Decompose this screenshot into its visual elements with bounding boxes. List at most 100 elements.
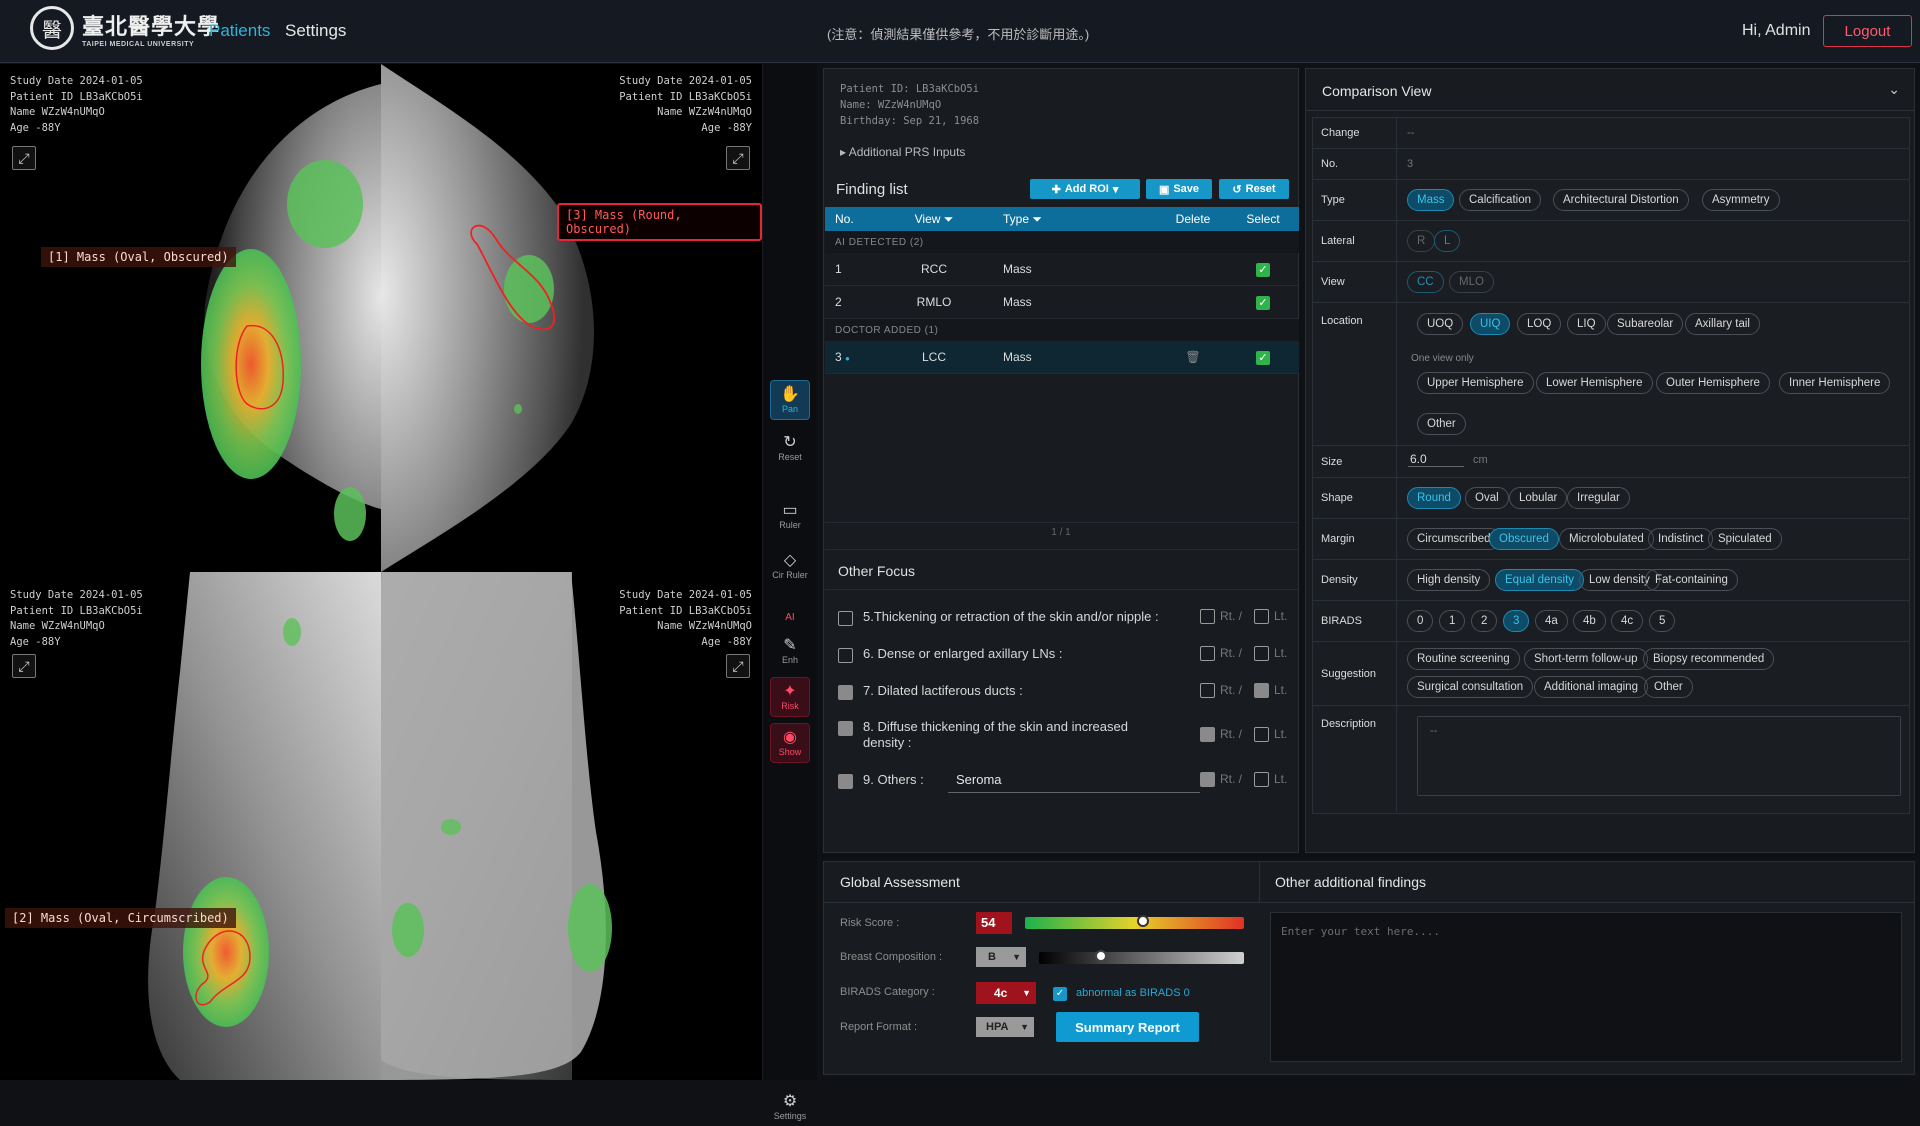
enhance-tool[interactable]: ✎ Enh [770, 632, 810, 670]
rt-checkbox[interactable] [1200, 646, 1215, 662]
margin-chip-circumscribed[interactable]: Circumscribed [1407, 528, 1501, 550]
abnormal-birads0-checkbox[interactable]: ✓ [1053, 987, 1067, 1001]
birads-chip-5[interactable]: 5 [1649, 610, 1676, 632]
view-chip-cc[interactable]: CC [1407, 271, 1444, 293]
density-chip-fat-containing[interactable]: Fat-containing [1645, 569, 1738, 591]
col-type[interactable]: Type ⏷ [979, 212, 1159, 227]
density-chip-high[interactable]: High density [1407, 569, 1491, 591]
type-chip-asymmetry[interactable]: Asymmetry [1702, 189, 1780, 211]
location-chip-subareolar[interactable]: Subareolar [1607, 313, 1684, 335]
shape-chip-irregular[interactable]: Irregular [1567, 487, 1630, 509]
focus-checkbox[interactable] [838, 685, 853, 700]
birads-chip-1[interactable]: 1 [1439, 610, 1466, 632]
expand-icon[interactable]: ⤢ [12, 654, 36, 678]
birads-chip-4a[interactable]: 4a [1535, 610, 1568, 632]
focus-checkbox[interactable] [838, 648, 853, 663]
finding-label-2[interactable]: [2] Mass (Oval, Circumscribed) [5, 908, 236, 928]
location-chip-upper-hemisphere[interactable]: Upper Hemisphere [1417, 372, 1534, 394]
rt-option[interactable]: Rt. / [1200, 727, 1242, 743]
suggestion-chip-short-term-follow-up[interactable]: Short-term follow-up [1524, 648, 1648, 670]
suggestion-chip-surgical-consultation[interactable]: Surgical consultation [1407, 676, 1534, 698]
select-checkbox[interactable]: ✓ [1256, 262, 1270, 277]
rt-checkbox[interactable] [1200, 609, 1215, 625]
shape-chip-lobular[interactable]: Lobular [1509, 487, 1568, 509]
margin-chip-microlobulated[interactable]: Microlobulated [1559, 528, 1654, 550]
margin-chip-obscured[interactable]: Obscured [1489, 528, 1559, 550]
location-chip-other[interactable]: Other [1417, 413, 1466, 435]
view-chip-mlo[interactable]: MLO [1449, 271, 1494, 293]
size-input[interactable]: 6.0 [1408, 452, 1464, 467]
location-chip-loq[interactable]: LOQ [1517, 313, 1562, 335]
table-row[interactable]: 2 RMLO Mass ✓ [825, 286, 1299, 319]
finding-label-3[interactable]: [3] Mass (Round, Obscured) [557, 203, 762, 241]
col-view[interactable]: View ⏷ [889, 212, 979, 227]
summary-report-button[interactable]: Summary Report [1056, 1012, 1199, 1042]
lt-option[interactable]: Lt. [1254, 646, 1287, 662]
lt-checkbox[interactable] [1254, 683, 1269, 699]
risk-tool[interactable]: ✦ Risk [770, 677, 810, 717]
add-roi-button[interactable]: ✚ Add ROI ▾ [1030, 179, 1140, 199]
circle-ruler-tool[interactable]: ◇ Cir Ruler [770, 547, 810, 585]
lateral-chip-l[interactable]: L [1434, 230, 1461, 252]
viewport-lcc[interactable]: Study Date 2024-01-05 Patient ID LB3aKCb… [381, 64, 762, 572]
reset-button[interactable]: ↺ Reset [1219, 179, 1289, 199]
location-chip-uoq[interactable]: UOQ [1417, 313, 1464, 335]
margin-chip-indistinct[interactable]: Indistinct [1648, 528, 1714, 550]
birads-chip-3[interactable]: 3 [1503, 610, 1530, 632]
save-button[interactable]: ▣ Save [1146, 179, 1212, 199]
show-tool[interactable]: ◉ Show [770, 723, 810, 763]
suggestion-chip-additional-imaging[interactable]: Additional imaging [1534, 676, 1648, 698]
shape-chip-oval[interactable]: Oval [1465, 487, 1509, 509]
filter-icon[interactable]: ⏷ [944, 212, 954, 226]
lt-option[interactable]: Lt. [1254, 609, 1287, 625]
type-chip-architectural-distortion[interactable]: Architectural Distortion [1553, 189, 1689, 211]
trash-icon[interactable]: 🗑 [1159, 350, 1227, 364]
birads-chip-4c[interactable]: 4c [1611, 610, 1644, 632]
density-chip-equal[interactable]: Equal density [1495, 569, 1585, 591]
lt-checkbox[interactable] [1254, 609, 1269, 625]
lt-option[interactable]: Lt. [1254, 683, 1287, 699]
birads-chip-4b[interactable]: 4b [1573, 610, 1606, 632]
viewport-rcc[interactable]: Study Date 2024-01-05 Patient ID LB3aKCb… [0, 64, 381, 572]
birads-chip-2[interactable]: 2 [1471, 610, 1498, 632]
filter-icon[interactable]: ⏷ [1032, 212, 1042, 226]
rt-checkbox[interactable] [1200, 772, 1215, 788]
margin-chip-spiculated[interactable]: Spiculated [1708, 528, 1782, 550]
suggestion-chip-biopsy-recommended[interactable]: Biopsy recommended [1643, 648, 1775, 670]
others-input[interactable]: Seroma [948, 769, 1200, 793]
location-chip-uiq[interactable]: UIQ [1470, 313, 1511, 335]
lt-checkbox[interactable] [1254, 727, 1269, 743]
lt-checkbox[interactable] [1254, 646, 1269, 662]
location-chip-inner-hemisphere[interactable]: Inner Hemisphere [1779, 372, 1891, 394]
rt-option[interactable]: Rt. / [1200, 609, 1242, 625]
birads-chip-0[interactable]: 0 [1407, 610, 1434, 632]
select-checkbox[interactable]: ✓ [1256, 350, 1270, 365]
lateral-chip-r[interactable]: R [1407, 230, 1436, 252]
settings-tool[interactable]: ⚙ Settings [770, 1088, 810, 1126]
viewport-rmlo[interactable]: Study Date 2024-01-05 Patient ID LB3aKCb… [0, 572, 381, 1080]
additional-findings-textarea[interactable]: Enter your text here.... [1270, 912, 1902, 1062]
birads-category-select[interactable]: 4c ▼ [976, 982, 1036, 1004]
location-chip-lower-hemisphere[interactable]: Lower Hemisphere [1536, 372, 1653, 394]
expand-icon[interactable]: ⤢ [12, 146, 36, 170]
table-row[interactable]: 1 RCC Mass ✓ [825, 253, 1299, 286]
ruler-tool[interactable]: ▭ Ruler [770, 497, 810, 535]
expand-icon[interactable]: ⤢ [726, 146, 750, 170]
description-textarea[interactable]: -- [1417, 716, 1901, 796]
report-format-select[interactable]: HPA ▼ [976, 1017, 1034, 1037]
rt-option[interactable]: Rt. / [1200, 683, 1242, 699]
lt-option[interactable]: Lt. [1254, 772, 1287, 788]
location-chip-liq[interactable]: LIQ [1567, 313, 1606, 335]
rt-option[interactable]: Rt. / [1200, 646, 1242, 662]
logout-button[interactable]: Logout [1823, 15, 1912, 47]
pan-tool[interactable]: ✋ Pan [770, 380, 810, 420]
breast-composition-select[interactable]: B ▼ [976, 947, 1026, 967]
finding-label-1[interactable]: [1] Mass (Oval, Obscured) [41, 247, 236, 267]
rt-checkbox[interactable] [1200, 727, 1215, 743]
lt-checkbox[interactable] [1254, 772, 1269, 788]
suggestion-chip-routine-screening[interactable]: Routine screening [1407, 648, 1520, 670]
nav-patients[interactable]: Patients [209, 21, 270, 41]
location-chip-axillary-tail[interactable]: Axillary tail [1685, 313, 1760, 335]
focus-checkbox[interactable] [838, 611, 853, 626]
lt-option[interactable]: Lt. [1254, 727, 1287, 743]
